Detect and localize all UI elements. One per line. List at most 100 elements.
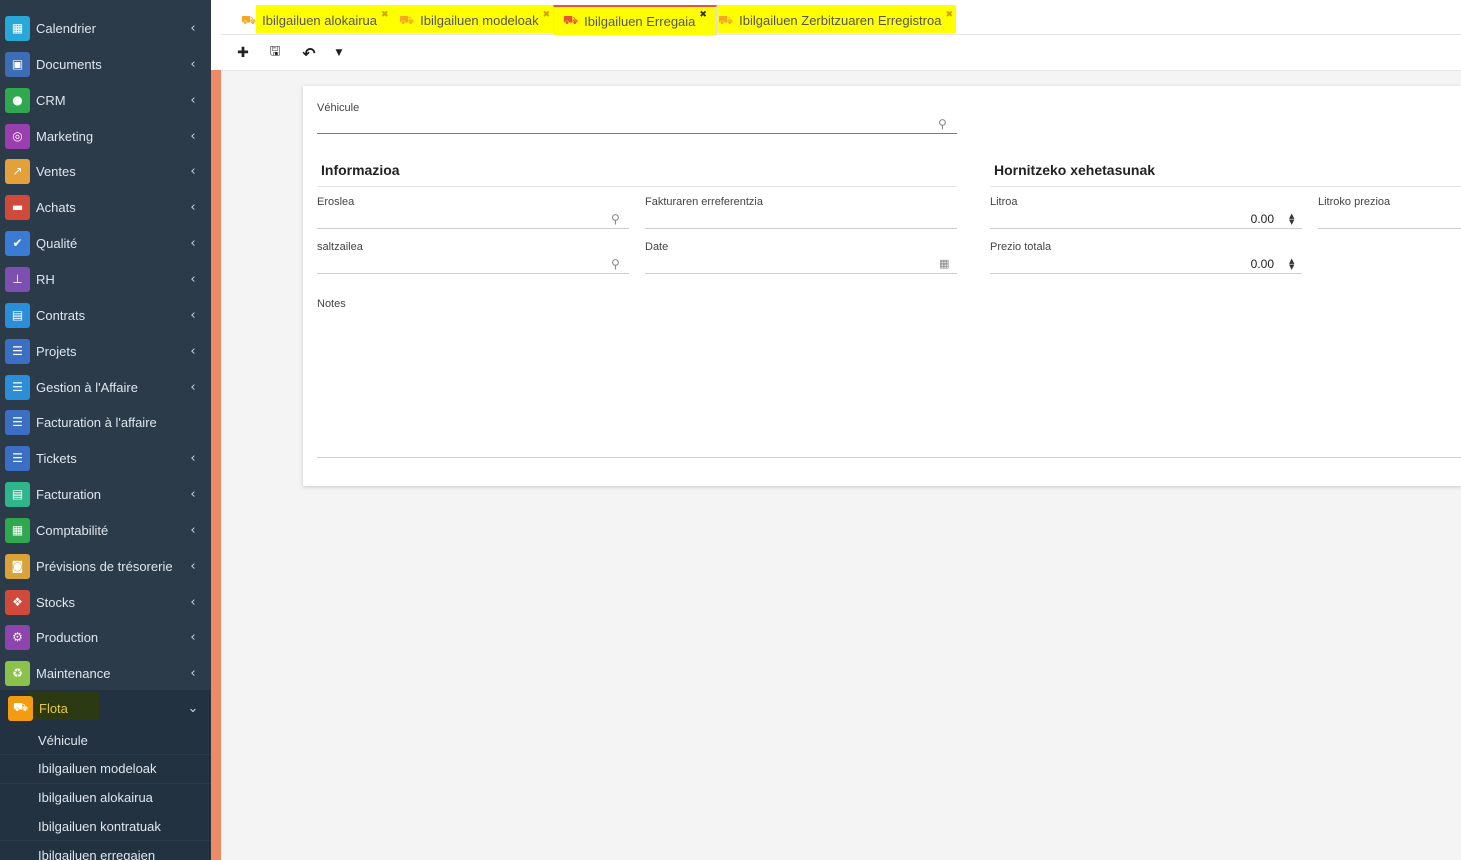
invoice-reference-underline [645,228,957,229]
sidebar-item-ventes[interactable]: ↗ Ventes ‹ [0,153,211,189]
buyer-field[interactable] [317,208,629,228]
sidebar-subitem[interactable]: Ibilgailuen modeloak [0,754,211,783]
total-price-label: Prezio totala [990,241,1052,253]
notes-label: Notes [317,298,346,310]
cogs-icon: ⚙ [5,624,30,650]
sidebar-item-production[interactable]: ⚙ Production ‹ [0,619,211,655]
sidebar-item-contrats[interactable]: ▤ Contrats ‹ [0,297,211,333]
sidebar-item-projets[interactable]: ☰ Projets ‹ [0,333,211,369]
tab-label: Ibilgailuen Erregaia [584,13,696,29]
spinner-icon[interactable]: ▲ ▼ [1289,213,1294,226]
close-icon[interactable]: ✖ [945,10,953,20]
documents-icon: ▣ [5,51,30,77]
chevron-left-icon: ‹ [190,522,196,538]
sidebar-item-gestion-a-l-affaire[interactable]: ☰ Gestion à l'Affaire ‹ [0,369,211,405]
add-button[interactable]: ✚ [232,42,254,64]
sidebar-item-marketing[interactable]: ◎ Marketing ‹ [0,118,211,154]
chevron-left-icon: ‹ [190,450,196,466]
sidebar-subitem[interactable]: Ibilgailuen erregaien [0,841,211,860]
list-icon: ☰ [5,374,30,400]
chevron-left-icon: ‹ [190,199,196,215]
sidebar-subitem[interactable]: Véhicule [0,726,211,754]
car-icon: ⛟ [241,12,257,27]
price-per-liter-field[interactable] [1318,208,1461,228]
sidebar-item-facturation-a-l-affaire[interactable]: ☰ Facturation à l'affaire [0,404,211,440]
fuel-log-form: Véhicule ⚲ Informazioa Hornitzeko xeheta… [303,86,1461,486]
sidebar-subitem[interactable]: Ibilgailuen alokairua [0,783,211,812]
close-icon[interactable]: ✖ [381,10,389,20]
tasks-icon: ☰ [5,338,30,364]
chevron-left-icon: ‹ [190,92,196,108]
sidebar-item-tickets[interactable]: ☰ Tickets ‹ [0,440,211,476]
sidebar-item-label: Projets [36,343,77,359]
calendar-icon[interactable]: ▦ [939,257,949,270]
sidebar-item-documents[interactable]: ▣ Documents ‹ [0,46,211,82]
date-underline [645,273,957,274]
chevron-left-icon: ‹ [190,486,196,502]
section-divider [990,186,1461,187]
chevron-left-icon: ‹ [190,343,196,359]
total-price-input[interactable]: 0.00 [990,257,1274,271]
sidebar-item-previsions-de-tresorerie[interactable]: ◙ Prévisions de trésorerie ‹ [0,548,211,584]
sidebar-item-label: Flota [39,700,68,716]
price-per-liter-label: Litroko prezioa [1318,196,1391,208]
sidebar-item-crm[interactable]: ● CRM ‹ [0,82,211,118]
sidebar-item-label: Calendrier [36,20,96,36]
chevron-left-icon: ‹ [190,235,196,251]
sidebar-item-label: Comptabilité [36,522,109,538]
sidebar-item-calendrier[interactable]: ▦ Calendrier ‹ [0,10,211,46]
check-icon: ✔ [5,230,30,256]
chevron-left-icon: ‹ [190,594,196,610]
vehicle-field[interactable] [317,114,957,134]
chevron-left-icon: ‹ [190,558,196,574]
search-icon[interactable]: ⚲ [611,212,620,226]
sidebar-subitem[interactable]: Ibilgailuen kontratuak [0,812,211,841]
notes-textarea[interactable] [317,312,1461,457]
sidebar-item-label: Facturation [36,486,102,502]
seller-field[interactable] [317,253,629,273]
calculator-icon: ▦ [5,517,30,543]
spinner-icon[interactable]: ▲ ▼ [1289,258,1294,271]
sidebar-item-comptabilite[interactable]: ▦ Comptabilité ‹ [0,512,211,548]
sidebar-item-qualite[interactable]: ✔ Qualité ‹ [0,225,211,261]
cubes-icon: ❖ [5,589,30,615]
liters-input[interactable]: 0.00 [990,212,1274,226]
car-icon: ⛟ [718,12,734,27]
invoice-reference-field[interactable] [645,208,957,228]
car-icon: ⛟ [563,13,579,27]
sidebar-item-label: Documents [36,56,102,72]
close-icon[interactable]: ✖ [699,10,707,20]
sidebar-item-label: Prévisions de trésorerie [36,558,173,574]
date-field[interactable] [645,253,957,273]
close-icon[interactable]: ✖ [543,10,551,20]
more-actions-button[interactable]: ▼ [328,42,350,64]
chevron-left-icon: ‹ [190,128,196,144]
chevron-down-icon: ⌄ [187,700,199,716]
sidebar-item-label: Marketing [36,128,94,144]
sidebar-item-label: CRM [36,92,66,108]
sidebar-accent-gap [211,0,221,70]
sidebar-item-achats[interactable]: ▬ Achats ‹ [0,189,211,225]
chevron-left-icon: ‹ [190,629,196,645]
org-chart-icon: ⊥ [5,266,30,292]
sidebar-item-facturation[interactable]: ▤ Facturation ‹ [0,476,211,512]
tab-vehicle-fuel[interactable]: ⛟ Ibilgailuen Erregaia ✖ [553,5,717,35]
tab-vehicle-rental[interactable]: ⛟ Ibilgailuen alokairua ✖ [241,6,389,35]
buyer-underline [317,228,629,229]
search-icon[interactable]: ⚲ [611,257,620,271]
undo-button[interactable]: ↶ [298,42,320,64]
sidebar-item-stocks[interactable]: ❖ Stocks ‹ [0,584,211,620]
invoice-icon: ▤ [5,481,30,507]
save-button[interactable]: 🖫 [264,42,286,64]
tab-vehicle-models[interactable]: ⛟ Ibilgailuen modeloak ✖ [399,6,550,35]
sidebar: ▦ Calendrier ‹ ▣ Documents ‹ ● CRM ‹ ◎ Marketing ‹ ↗… [0,0,211,860]
sidebar-item-maintenance[interactable]: ♻ Maintenance ‹ [0,655,211,691]
sidebar-item-label: RH [36,271,55,287]
chevron-left-icon: ‹ [190,56,196,72]
sidebar-item-flota[interactable]: ⛟ Flota ⌄ [0,690,211,726]
sidebar-item-rh[interactable]: ⊥ RH ‹ [0,261,211,297]
target-icon: ◎ [5,123,30,149]
search-icon[interactable]: ⚲ [938,117,947,131]
invoice-reference-label: Fakturaren erreferentzia [645,196,763,208]
tab-vehicle-service-log[interactable]: ⛟ Ibilgailuen Zerbitzuaren Erregistroa ✖ [718,6,953,35]
